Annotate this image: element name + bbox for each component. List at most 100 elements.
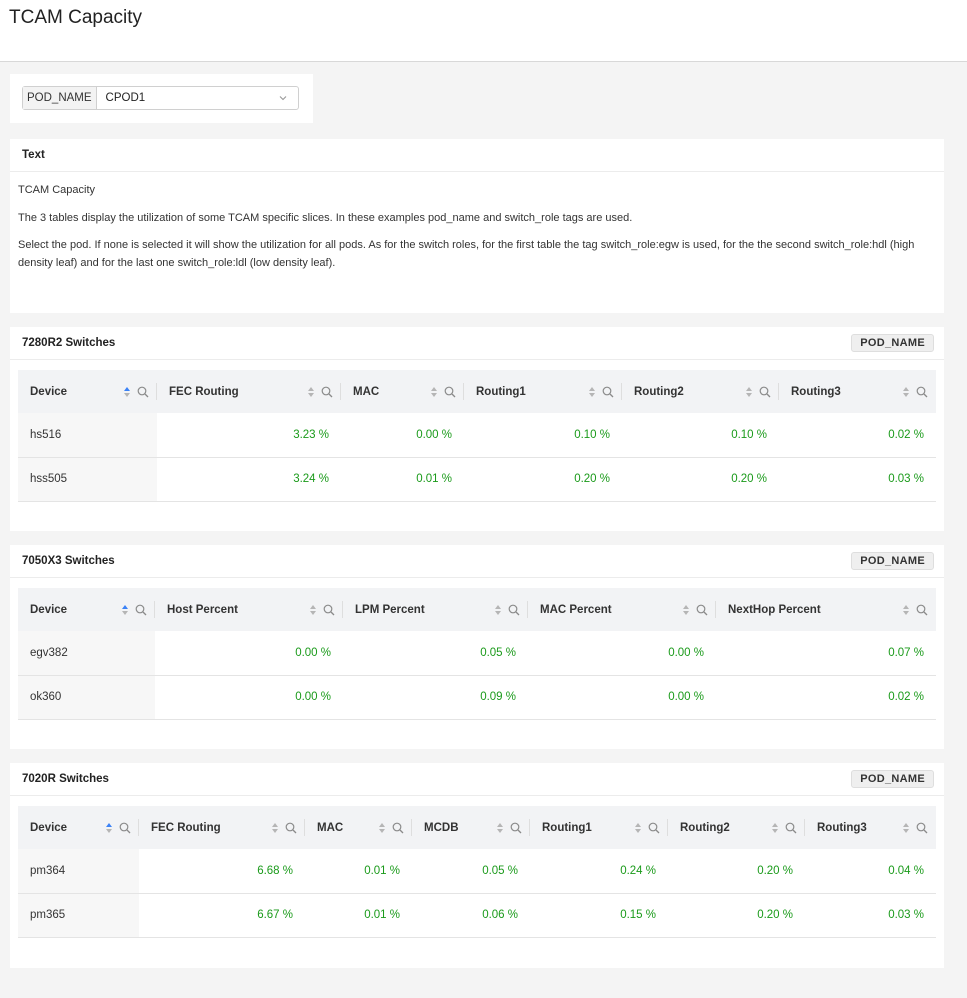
search-icon[interactable]: [785, 822, 797, 834]
column-header[interactable]: Routing2: [668, 806, 805, 849]
sort-icon[interactable]: [902, 822, 910, 834]
sort-icon[interactable]: [105, 822, 113, 834]
value-cell: 3.23 %: [157, 413, 341, 458]
switch-table: Device Host Percent LPM Percent MAC Percent…: [18, 588, 936, 720]
filter-bar: POD_NAME CPOD1: [10, 74, 313, 123]
search-icon[interactable]: [508, 604, 520, 616]
table-row: hs516 3.23 % 0.00 % 0.10 % 0.10 % 0.02 %: [18, 413, 936, 458]
column-header[interactable]: MCDB: [412, 806, 530, 849]
sort-icon[interactable]: [494, 604, 502, 616]
value-cell: 0.04 %: [805, 849, 936, 894]
text-paragraph: Select the pod. If none is selected it w…: [18, 239, 915, 269]
search-icon[interactable]: [119, 822, 131, 834]
column-header-label: MCDB: [424, 821, 459, 834]
value-cell: 0.01 %: [341, 457, 464, 502]
search-icon[interactable]: [323, 604, 335, 616]
column-header[interactable]: NextHop Percent: [716, 588, 936, 631]
text-paragraph: The 3 tables display the utilization of …: [18, 211, 633, 224]
value-cell: 3.24 %: [157, 457, 341, 502]
sort-icon[interactable]: [309, 604, 317, 616]
search-icon[interactable]: [648, 822, 660, 834]
pod-name-tag-badge[interactable]: POD_NAME: [851, 552, 934, 570]
sort-icon[interactable]: [123, 386, 131, 398]
sort-icon[interactable]: [745, 386, 753, 398]
column-header[interactable]: MAC Percent: [528, 588, 716, 631]
column-header[interactable]: FEC Routing: [139, 806, 305, 849]
table-header-row: Device FEC Routing MAC MCDB Routing1 Routing2…: [18, 806, 936, 849]
search-icon[interactable]: [135, 604, 147, 616]
column-header[interactable]: Routing1: [464, 370, 622, 413]
column-header-label: Device: [30, 603, 68, 616]
column-header[interactable]: Routing1: [530, 806, 668, 849]
pod-name-tag-badge[interactable]: POD_NAME: [851, 334, 934, 352]
search-icon[interactable]: [392, 822, 404, 834]
table-header-row: Device Host Percent LPM Percent MAC Percent…: [18, 588, 936, 631]
column-header[interactable]: LPM Percent: [343, 588, 528, 631]
text-panel-title: Text: [22, 149, 45, 161]
column-header[interactable]: MAC: [305, 806, 412, 849]
value-cell: 0.03 %: [805, 893, 936, 938]
sort-icon[interactable]: [307, 386, 315, 398]
sort-icon[interactable]: [378, 822, 386, 834]
search-icon[interactable]: [916, 386, 928, 398]
search-icon[interactable]: [137, 386, 149, 398]
sort-icon[interactable]: [771, 822, 779, 834]
text-panel-body: TCAM Capacity The 3 tables display the u…: [10, 172, 944, 292]
search-icon[interactable]: [759, 386, 771, 398]
panel-title: 7280R2 Switches: [22, 337, 116, 349]
value-cell: 0.03 %: [779, 457, 936, 502]
sort-icon[interactable]: [121, 604, 129, 616]
column-header[interactable]: Routing3: [805, 806, 936, 849]
device-cell: pm364: [18, 849, 139, 894]
search-icon[interactable]: [916, 604, 928, 616]
column-header[interactable]: Routing2: [622, 370, 779, 413]
search-icon[interactable]: [321, 386, 333, 398]
column-header[interactable]: Host Percent: [155, 588, 343, 631]
sort-icon[interactable]: [430, 386, 438, 398]
sort-icon[interactable]: [902, 386, 910, 398]
table-row: ok360 0.00 % 0.09 % 0.00 % 0.02 %: [18, 675, 936, 720]
value-cell: 0.15 %: [530, 893, 668, 938]
value-cell: 0.00 %: [341, 413, 464, 458]
search-icon[interactable]: [510, 822, 522, 834]
column-header-label: MAC Percent: [540, 603, 612, 616]
value-cell: 0.02 %: [716, 675, 936, 720]
column-header-label: Routing2: [634, 385, 684, 398]
search-icon[interactable]: [602, 386, 614, 398]
column-header[interactable]: Device: [18, 806, 139, 849]
column-header[interactable]: Routing3: [779, 370, 936, 413]
sort-icon[interactable]: [588, 386, 596, 398]
sort-icon[interactable]: [634, 822, 642, 834]
value-cell: 0.10 %: [464, 413, 622, 458]
value-cell: 0.07 %: [716, 631, 936, 676]
column-header[interactable]: MAC: [341, 370, 464, 413]
sort-icon[interactable]: [271, 822, 279, 834]
value-cell: 0.24 %: [530, 849, 668, 894]
sort-icon[interactable]: [902, 604, 910, 616]
device-cell: hs516: [18, 413, 157, 458]
pod-name-tag-badge[interactable]: POD_NAME: [851, 770, 934, 788]
sort-icon[interactable]: [496, 822, 504, 834]
column-header-label: Routing1: [542, 821, 592, 834]
device-cell: ok360: [18, 675, 155, 720]
column-header[interactable]: Device: [18, 370, 157, 413]
column-header-label: Device: [30, 821, 68, 834]
search-icon[interactable]: [444, 386, 456, 398]
value-cell: 0.05 %: [412, 849, 530, 894]
text-panel: Text TCAM Capacity The 3 tables display …: [10, 139, 944, 313]
column-header[interactable]: FEC Routing: [157, 370, 341, 413]
search-icon[interactable]: [916, 822, 928, 834]
pod-name-select[interactable]: CPOD1: [97, 87, 298, 109]
column-header-label: NextHop Percent: [728, 603, 821, 616]
search-icon[interactable]: [696, 604, 708, 616]
column-header-label: FEC Routing: [169, 385, 239, 398]
column-header-label: LPM Percent: [355, 603, 425, 616]
text-paragraph: TCAM Capacity: [18, 184, 96, 196]
search-icon[interactable]: [285, 822, 297, 834]
chevron-down-icon: [279, 96, 287, 101]
column-header[interactable]: Device: [18, 588, 155, 631]
sort-icon[interactable]: [682, 604, 690, 616]
value-cell: 6.67 %: [139, 893, 305, 938]
value-cell: 0.02 %: [779, 413, 936, 458]
value-cell: 0.01 %: [305, 893, 412, 938]
